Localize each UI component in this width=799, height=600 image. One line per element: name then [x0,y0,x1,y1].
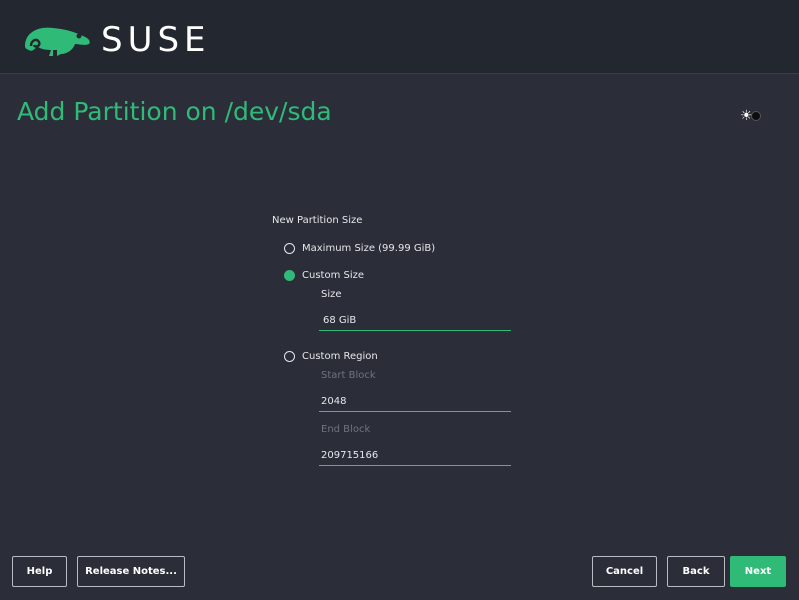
release-notes-button[interactable]: Release Notes... [77,556,185,587]
radio-custom-size[interactable]: Custom Size [284,268,364,282]
header-bar: SUSE [0,0,799,74]
page-title: Add Partition on /dev/sda [17,97,332,126]
back-button[interactable]: Back [667,556,725,587]
radio-maximum-size[interactable]: Maximum Size (99.99 GiB) [284,241,435,255]
radio-label: Custom Region [302,350,378,362]
radio-label: Custom Size [302,269,365,281]
radio-button[interactable] [284,269,295,281]
partition-size-group-label: New Partition Size [272,215,363,226]
help-button[interactable]: Help [12,556,67,587]
cancel-button[interactable]: Cancel [592,556,657,587]
radio-label: Maximum Size (99.99 GiB) [302,242,436,254]
radio-custom-region[interactable]: Custom Region [284,349,378,363]
radio-button[interactable] [284,242,295,254]
end-block-label: End Block [321,424,371,435]
chameleon-logo-icon [25,27,90,56]
moon-icon [750,111,761,121]
suse-logo: SUSE [21,20,221,60]
size-label: Size [321,289,342,300]
start-block-input[interactable]: 2048 [319,390,511,412]
size-input[interactable]: 68 GiB [319,309,511,331]
start-block-label: Start Block [321,370,376,381]
next-button[interactable]: Next [730,556,786,587]
brand-name: SUSE [101,20,211,60]
radio-button[interactable] [284,350,295,362]
theme-toggle[interactable]: ☀ [740,107,766,125]
end-block-input[interactable]: 209715166 [319,444,511,466]
